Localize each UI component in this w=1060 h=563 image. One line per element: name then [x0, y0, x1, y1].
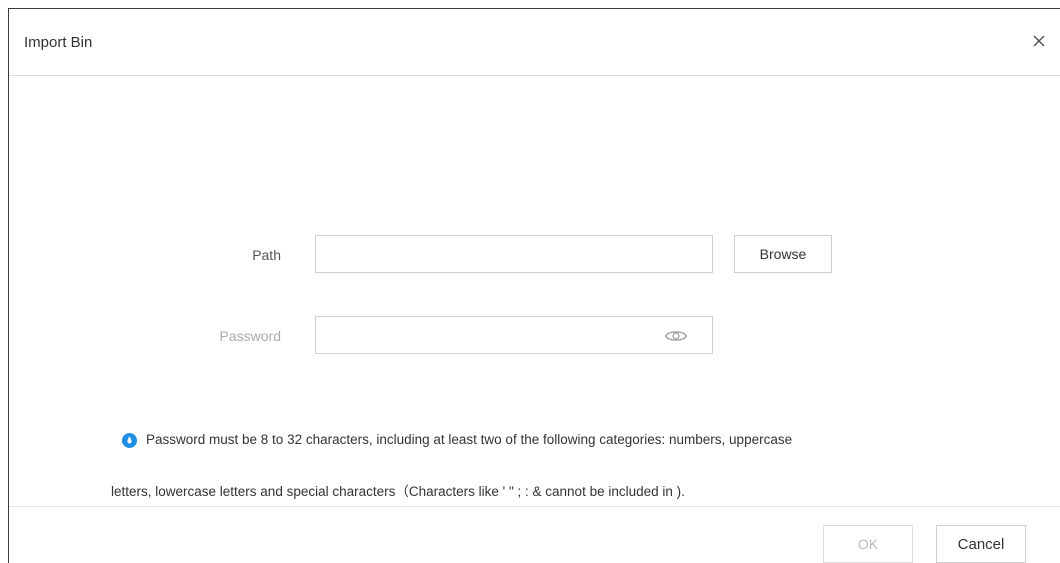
path-label: Path — [252, 247, 281, 263]
dialog-title: Import Bin — [24, 34, 93, 51]
path-input[interactable] — [315, 235, 713, 273]
info-icon — [122, 433, 137, 448]
import-bin-dialog: Import Bin Path Browse Password Password… — [8, 8, 1060, 563]
password-label: Password — [219, 328, 281, 344]
hint-text-line2: letters, lowercase letters and special c… — [111, 484, 685, 499]
hint-text-line1: Password must be 8 to 32 characters, inc… — [146, 432, 793, 447]
close-icon[interactable] — [1031, 33, 1047, 49]
ok-button[interactable]: OK — [823, 525, 913, 563]
dialog-header: Import Bin — [9, 9, 1060, 76]
cancel-button[interactable]: Cancel — [936, 525, 1026, 563]
browse-button[interactable]: Browse — [734, 235, 832, 273]
eye-icon[interactable] — [664, 329, 688, 343]
password-input[interactable] — [315, 316, 713, 354]
dialog-footer: OK Cancel — [9, 506, 1060, 563]
